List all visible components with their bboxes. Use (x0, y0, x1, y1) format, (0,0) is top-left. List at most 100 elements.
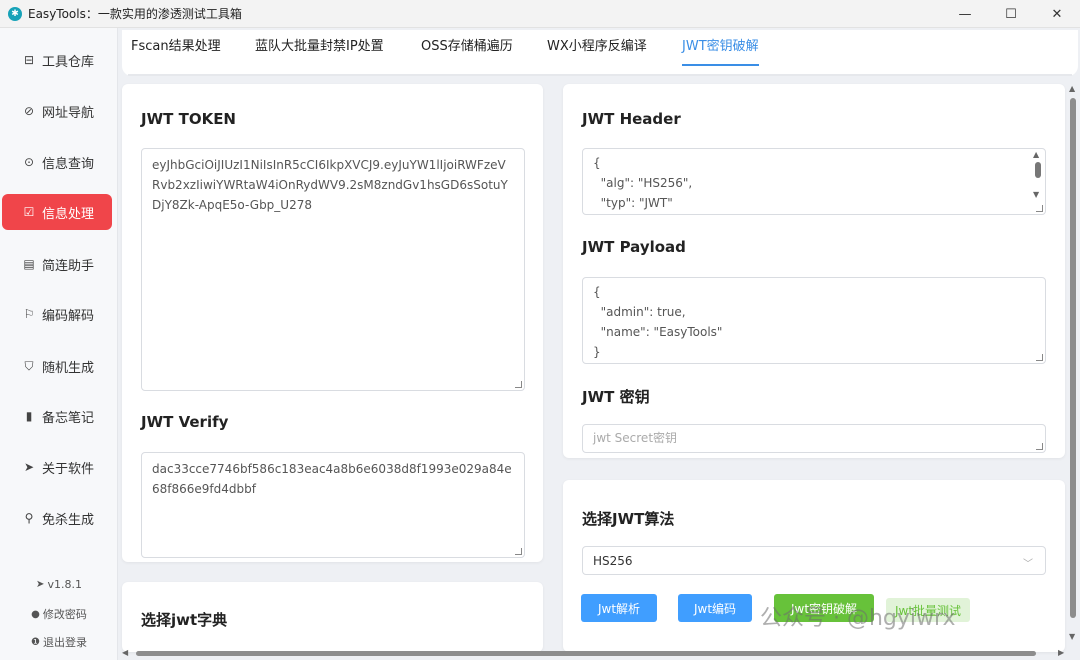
jwt-algo-select[interactable]: HS256 ﹀ (582, 546, 1046, 575)
sidebar-item-label: 随机生成 (42, 360, 95, 376)
tab-bar: Fscan结果处理 蓝队大批量封禁IP处置 OSS存储桶遍历 WX小程序反编译 … (122, 30, 1078, 76)
tab-wx-decompile[interactable]: WX小程序反编译 (547, 38, 647, 66)
search-icon: ⊙ (23, 155, 35, 169)
change-password-text: 修改密码 (42, 608, 87, 621)
sidebar-item-label: 编码解码 (42, 308, 95, 324)
resize-handle[interactable] (515, 548, 522, 555)
jwt-parse-button[interactable]: Jwt解析 (581, 594, 657, 622)
sidebar-item-label: 信息查询 (42, 156, 95, 172)
shield-icon: ⛉ (24, 358, 34, 373)
scroll-right-icon[interactable]: ▶ (1058, 648, 1064, 657)
tab-fscan[interactable]: Fscan结果处理 (131, 38, 221, 66)
scroll-up-icon[interactable]: ▲ (1033, 150, 1039, 159)
jwt-verify-input[interactable]: dac33cce7746bf586c183eac4a8b6e6038d8f199… (141, 452, 525, 558)
main-vertical-scrollbar[interactable]: ▲ ▼ (1068, 84, 1078, 644)
scroll-left-icon[interactable]: ◀ (122, 648, 128, 657)
code-line: { (593, 285, 601, 299)
version-label: ➤ v1.8.1 (0, 578, 118, 591)
resize-handle[interactable] (1036, 354, 1043, 361)
window-controls: — ☐ ✕ (942, 0, 1080, 28)
title-bar: ✱ EasyTools：一款实用的渗透测试工具箱 — ☐ ✕ (0, 0, 1080, 28)
wrench-icon: ⚲ (24, 511, 34, 525)
jwt-verify-title: JWT Verify (141, 413, 229, 431)
jwt-algo-title: 选择JWT算法 (582, 510, 675, 528)
scroll-up-icon[interactable]: ▲ (1069, 84, 1075, 93)
jwt-dict-panel: 选择jwt字典 (122, 582, 543, 652)
main-horizontal-scrollbar[interactable]: ◀ ▶ (122, 648, 1068, 658)
sidebar-item-about[interactable]: ➤ 关于软件 (2, 449, 112, 485)
minimize-button[interactable]: — (942, 0, 988, 28)
resize-handle[interactable] (515, 381, 522, 388)
watermark: 公众号 · @hgyiwrx (760, 606, 956, 631)
jwt-token-panel: JWT TOKEN eyJhbGciOiJIUzI1NiIsInR5cCI6Ik… (122, 84, 543, 562)
code-line: "typ": "JWT" (593, 196, 673, 210)
maximize-button[interactable]: ☐ (988, 0, 1034, 28)
jwt-token-input[interactable]: eyJhbGciOiJIUzI1NiIsInR5cCI6IkpXVCJ9.eyJ… (141, 148, 525, 391)
code-line: "name": "EasyTools" (593, 325, 723, 339)
jwt-secret-placeholder: jwt Secret密钥 (593, 431, 678, 445)
tab-ip-block[interactable]: 蓝队大批量封禁IP处置 (255, 38, 384, 66)
tabs-divider (128, 74, 1072, 76)
sidebar-item-label: 工具仓库 (42, 54, 95, 70)
jwt-dict-title: 选择jwt字典 (141, 611, 228, 629)
chevron-down-icon: ﹀ (1023, 559, 1033, 570)
box-icon: ⊟ (23, 53, 35, 67)
send-icon: ➤ (23, 460, 35, 474)
jwt-secret-input[interactable]: jwt Secret密钥 (582, 424, 1046, 453)
sidebar-item-tool-repo[interactable]: ⊟ 工具仓库 (2, 42, 112, 78)
jwt-secret-title: JWT 密钥 (582, 388, 650, 406)
list-icon: ▤ (23, 257, 35, 271)
jwt-header-title: JWT Header (582, 110, 681, 128)
jwt-token-value: eyJhbGciOiJIUzI1NiIsInR5cCI6IkpXVCJ9.eyJ… (152, 158, 508, 212)
window-title: EasyTools：一款实用的渗透测试工具箱 (28, 7, 242, 21)
close-button[interactable]: ✕ (1034, 0, 1080, 28)
sidebar-item-connect-helper[interactable]: ▤ 简连助手 (2, 246, 112, 282)
sidebar-item-label: 信息处理 (42, 206, 95, 222)
sidebar-item-info-process[interactable]: ☑ 信息处理 (2, 194, 112, 230)
logout-text: 退出登录 (42, 636, 87, 649)
scroll-down-icon[interactable]: ▼ (1033, 190, 1039, 199)
sidebar-item-label: 免杀生成 (42, 512, 95, 528)
header-scrollbar[interactable]: ▲ ▼ (1033, 150, 1042, 204)
jwt-decode-panel: JWT Header { "alg": "HS256", "typ": "JWT… (563, 84, 1065, 458)
sidebar-item-encode-decode[interactable]: ⚐ 编码解码 (2, 296, 112, 332)
sidebar-item-url-nav[interactable]: ⊘ 网址导航 (2, 93, 112, 129)
jwt-algo-value: HS256 (593, 553, 633, 568)
scroll-down-icon[interactable]: ▼ (1069, 632, 1075, 641)
sidebar-item-label: 备忘笔记 (42, 410, 95, 426)
scroll-thumb[interactable] (1070, 98, 1076, 618)
sidebar-item-random-gen[interactable]: ⛉ 随机生成 (2, 348, 112, 384)
code-line: "alg": "HS256", (593, 176, 693, 190)
book-icon: ▮ (25, 409, 33, 423)
resize-handle[interactable] (1036, 443, 1043, 450)
sidebar-item-notes[interactable]: ▮ 备忘笔记 (2, 398, 112, 434)
code-line: } (593, 345, 601, 359)
scroll-thumb[interactable] (136, 651, 1036, 656)
version-text: v1.8.1 (47, 578, 82, 591)
jwt-header-output[interactable]: { "alg": "HS256", "typ": "JWT" (582, 148, 1046, 215)
jwt-token-title: JWT TOKEN (141, 110, 236, 128)
sidebar-item-label: 关于软件 (42, 461, 95, 477)
tab-oss-bucket[interactable]: OSS存储桶遍历 (421, 38, 513, 66)
app-logo-icon: ✱ (8, 6, 22, 21)
sidebar-item-av-bypass[interactable]: ⚲ 免杀生成 (2, 500, 112, 536)
code-line: "admin": true, (593, 305, 686, 319)
sidebar-item-label: 网址导航 (42, 105, 95, 121)
code-line: { (593, 156, 601, 170)
info-icon: ❶ (31, 636, 40, 648)
logout-link[interactable]: ❶ 退出登录 (0, 634, 118, 650)
scroll-thumb[interactable] (1035, 162, 1041, 178)
jwt-encode-button[interactable]: Jwt编码 (678, 594, 752, 622)
flag-icon: ⚐ (23, 307, 35, 321)
resize-handle[interactable] (1036, 205, 1043, 212)
jwt-payload-output[interactable]: { "admin": true, "name": "EasyTools" } (582, 277, 1046, 364)
change-password-link[interactable]: ● 修改密码 (0, 606, 118, 622)
tab-jwt-crack[interactable]: JWT密钥破解 (682, 38, 759, 66)
sidebar: ⊟ 工具仓库 ⊘ 网址导航 ⊙ 信息查询 ☑ 信息处理 ▤ 简连助手 ⚐ 编码解… (0, 28, 118, 660)
jwt-verify-value: dac33cce7746bf586c183eac4a8b6e6038d8f199… (152, 462, 512, 496)
sidebar-item-label: 简连助手 (42, 258, 95, 274)
send-icon: ➤ (36, 579, 45, 590)
user-icon: ● (31, 608, 40, 620)
sidebar-item-info-query[interactable]: ⊙ 信息查询 (2, 144, 112, 180)
edit-icon: ☑ (23, 205, 35, 219)
